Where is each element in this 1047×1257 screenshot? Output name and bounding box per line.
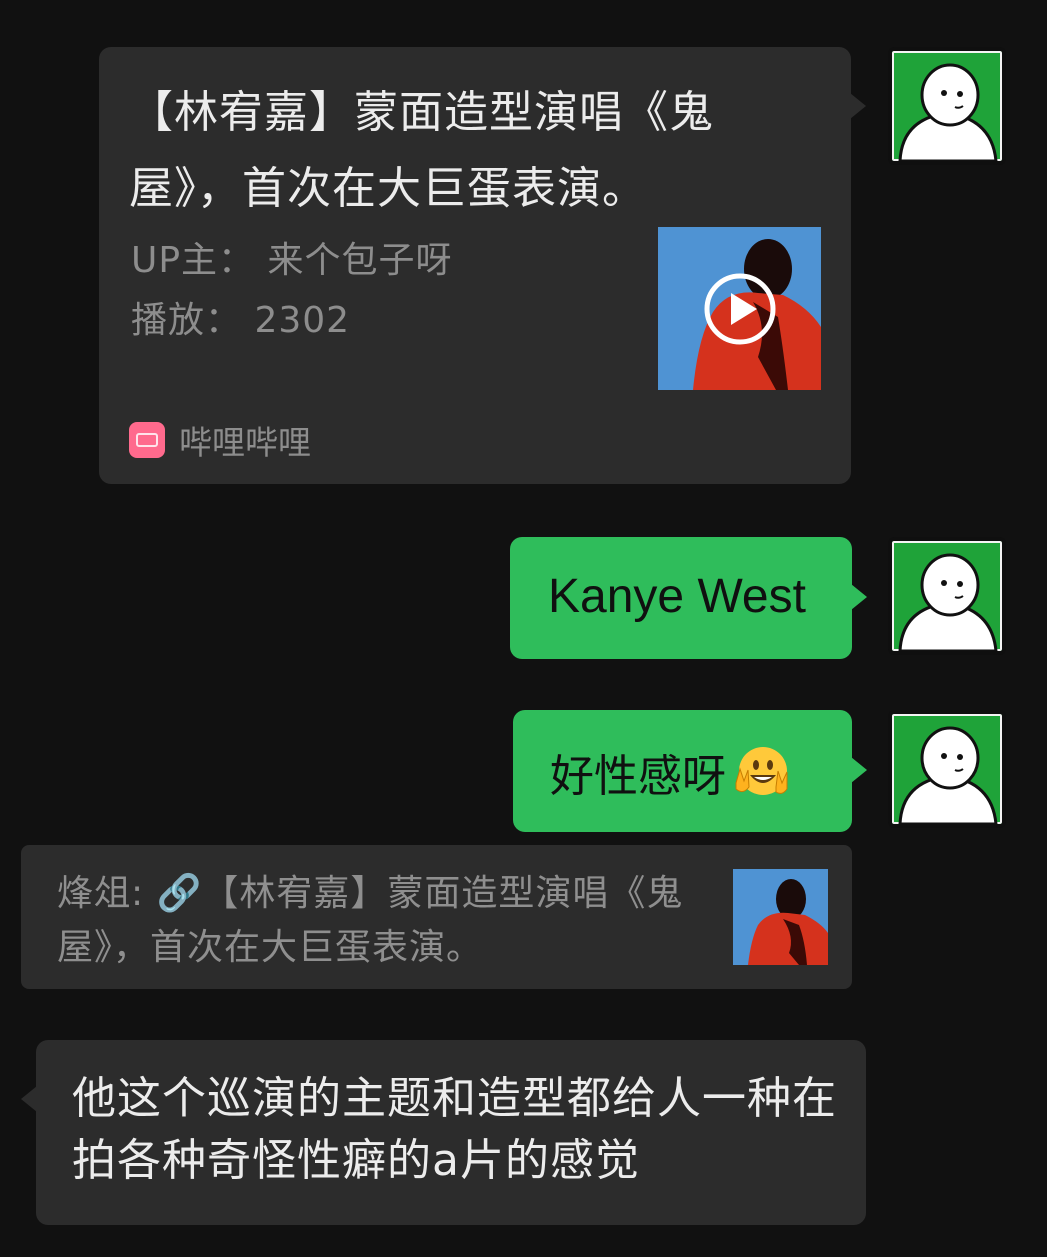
peace-emoji-icon [735, 747, 788, 795]
received-message-bubble[interactable]: 他这个巡演的主题和造型都给人一种在拍各种奇怪性癖的a片的感觉 [21, 1040, 866, 1225]
avatar-person-icon [898, 63, 998, 161]
bubble-tail [851, 757, 867, 783]
quoted-thumbnail [733, 869, 828, 965]
avatar[interactable] [888, 537, 1006, 655]
avatar-person-icon [898, 553, 998, 651]
sent-message-text-row: 好性感呀 [550, 740, 790, 804]
link-card-bubble[interactable]: 【林宥嘉】蒙面造型演唱《鬼屋》，首次在大巨蛋表演。 UP主： 来个包子呀 播放：… [99, 47, 866, 484]
bubble-tail [851, 584, 867, 610]
avatar[interactable] [888, 47, 1006, 165]
avatar[interactable] [888, 710, 1006, 828]
link-card-uploader: UP主： 来个包子呀 [131, 240, 453, 281]
bubble-tail [21, 1086, 37, 1112]
bilibili-logo-icon [129, 422, 165, 458]
sent-message-text: Kanye West [548, 570, 806, 623]
link-card-plays: 播放： 2302 [131, 300, 351, 341]
quoted-message-text: 烽俎: 🔗【林宥嘉】蒙面造型演唱《鬼屋》，首次在大巨蛋表演。 [57, 873, 684, 968]
link-card-source: 哔哩哔哩 [129, 416, 311, 464]
sent-message-bubble[interactable]: 好性感呀 [513, 710, 867, 832]
sent-message-text: 好性感呀 [550, 751, 726, 802]
received-message-text: 他这个巡演的主题和造型都给人一种在拍各种奇怪性癖的a片的感觉 [72, 1073, 837, 1186]
avatar-person-icon [898, 726, 998, 824]
link-card-source-label: 哔哩哔哩 [179, 423, 311, 462]
link-card-title: 【林宥嘉】蒙面造型演唱《鬼屋》，首次在大巨蛋表演。 [129, 87, 714, 214]
sent-message-bubble[interactable]: Kanye West [510, 537, 867, 659]
video-thumbnail[interactable] [658, 227, 821, 390]
quoted-message[interactable]: 烽俎: 🔗【林宥嘉】蒙面造型演唱《鬼屋》，首次在大巨蛋表演。 [21, 845, 852, 989]
bubble-tail [850, 93, 866, 119]
